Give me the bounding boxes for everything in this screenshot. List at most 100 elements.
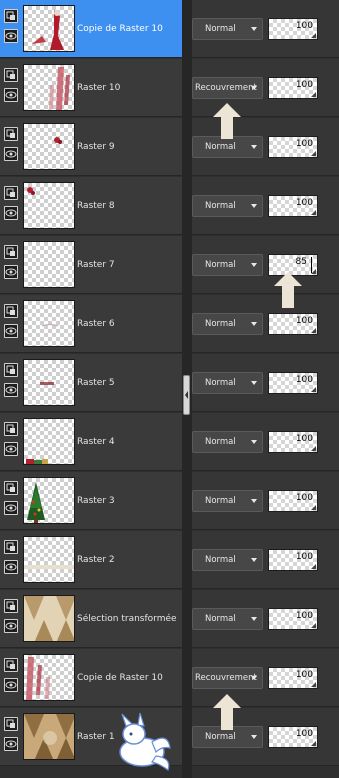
chevron-down-icon [251, 263, 257, 267]
eye-icon[interactable] [4, 29, 18, 43]
opacity-field[interactable]: 100 [268, 726, 318, 748]
layer-row[interactable]: Raster 5 Normal 100 [0, 354, 339, 413]
opacity-field[interactable]: 100 [268, 549, 318, 571]
resize-corner-icon [311, 741, 316, 746]
layer-raster-icon[interactable] [4, 481, 18, 495]
layer-raster-icon[interactable] [4, 68, 18, 82]
eye-icon[interactable] [4, 265, 18, 279]
opacity-value: 100 [295, 316, 313, 326]
layer-raster-icon[interactable] [4, 658, 18, 672]
layer-row[interactable]: Raster 9 Normal 100 [0, 118, 339, 177]
layer-name-cell[interactable]: Raster 7 [0, 236, 182, 294]
blend-mode-select[interactable]: Normal [192, 136, 263, 158]
layer-properties: Normal 100 [192, 295, 339, 353]
blend-mode-select[interactable]: Normal [192, 431, 263, 453]
layer-properties: Normal 100 [192, 0, 339, 58]
resize-corner-icon [311, 505, 316, 510]
layer-thumbnail [23, 418, 75, 465]
layer-properties: Normal 100 [192, 472, 339, 530]
layer-properties: Normal 100 [192, 531, 339, 589]
eye-icon[interactable] [4, 147, 18, 161]
layer-name[interactable]: Raster 7 [77, 236, 115, 294]
layer-name[interactable]: Raster 5 [77, 354, 115, 412]
blend-mode-select[interactable]: Normal [192, 490, 263, 512]
opacity-field[interactable]: 100 [268, 490, 318, 512]
eye-icon[interactable] [4, 619, 18, 633]
blend-mode-value: Normal [205, 732, 236, 742]
blend-mode-select[interactable]: Normal [192, 18, 263, 40]
layer-raster-icon[interactable] [4, 186, 18, 200]
layer-name-cell[interactable]: Copie de Raster 10 [0, 0, 182, 58]
layer-raster-icon[interactable] [4, 717, 18, 731]
layer-name[interactable]: Sélection transformée [77, 590, 177, 648]
layer-row[interactable]: Sélection transformée Normal 100 [0, 590, 339, 649]
resize-corner-icon [311, 269, 316, 274]
blend-mode-select[interactable]: Normal [192, 195, 263, 217]
layer-name[interactable]: Copie de Raster 10 [77, 649, 163, 707]
eye-icon[interactable] [4, 383, 18, 397]
opacity-field[interactable]: 100 [268, 313, 318, 335]
layer-row[interactable]: Raster 10 Recouvrement 100 [0, 59, 339, 118]
layer-name[interactable]: Raster 8 [77, 177, 115, 235]
chevron-down-icon [251, 86, 257, 90]
layer-name[interactable]: Raster 3 [77, 472, 115, 530]
layer-name-cell[interactable]: Raster 2 [0, 531, 182, 589]
eye-icon[interactable] [4, 737, 18, 751]
layer-name-cell[interactable]: Raster 8 [0, 177, 182, 235]
blend-mode-select[interactable]: Normal [192, 254, 263, 276]
layer-raster-icon[interactable] [4, 304, 18, 318]
opacity-field[interactable]: 100 [268, 431, 318, 453]
blend-mode-select[interactable]: Normal [192, 549, 263, 571]
opacity-field[interactable]: 100 [268, 608, 318, 630]
layer-name-cell[interactable]: Raster 5 [0, 354, 182, 412]
layer-name[interactable]: Raster 1 [77, 708, 115, 766]
blend-mode-value: Recouvrement [195, 83, 257, 93]
chevron-down-icon [251, 322, 257, 326]
opacity-field[interactable]: 100 [268, 195, 318, 217]
opacity-field[interactable]: 100 [268, 77, 318, 99]
layer-raster-icon[interactable] [4, 363, 18, 377]
layer-raster-icon[interactable] [4, 422, 18, 436]
layer-name-cell[interactable]: Raster 9 [0, 118, 182, 176]
layer-row[interactable]: Raster 4 Normal 100 [0, 413, 339, 472]
layer-name-cell[interactable]: Raster 3 [0, 472, 182, 530]
layer-raster-icon[interactable] [4, 540, 18, 554]
layer-name-cell[interactable]: Raster 6 [0, 295, 182, 353]
layer-row[interactable]: Copie de Raster 10 Normal 100 [0, 0, 339, 59]
layer-raster-icon[interactable] [4, 9, 18, 23]
opacity-field[interactable]: 100 [268, 18, 318, 40]
opacity-field[interactable]: 100 [268, 372, 318, 394]
blend-mode-select[interactable]: Normal [192, 608, 263, 630]
layer-name[interactable]: Raster 4 [77, 413, 115, 471]
layer-name[interactable]: Raster 2 [77, 531, 115, 589]
blend-mode-select[interactable]: Recouvrement [192, 667, 263, 689]
layer-name-cell[interactable]: Raster 10 [0, 59, 182, 117]
eye-icon[interactable] [4, 442, 18, 456]
layer-raster-icon[interactable] [4, 245, 18, 259]
eye-icon[interactable] [4, 501, 18, 515]
layer-row[interactable]: Raster 2 Normal 100 [0, 531, 339, 590]
opacity-field[interactable]: 100 [268, 136, 318, 158]
layer-row[interactable]: Copie de Raster 10 Recouvrement 100 [0, 649, 339, 708]
layer-raster-icon[interactable] [4, 127, 18, 141]
opacity-field[interactable]: 100 [268, 667, 318, 689]
layer-row[interactable]: Raster 3 Normal 100 [0, 472, 339, 531]
layer-name[interactable]: Raster 6 [77, 295, 115, 353]
eye-icon[interactable] [4, 88, 18, 102]
layer-row[interactable]: Raster 8 Normal 100 [0, 177, 339, 236]
layer-name[interactable]: Raster 10 [77, 59, 120, 117]
eye-icon[interactable] [4, 560, 18, 574]
eye-icon[interactable] [4, 206, 18, 220]
blend-mode-select[interactable]: Normal [192, 313, 263, 335]
layer-name-cell[interactable]: Sélection transformée [0, 590, 182, 648]
layer-name[interactable]: Copie de Raster 10 [77, 0, 163, 58]
eye-icon[interactable] [4, 324, 18, 338]
blend-mode-select[interactable]: Recouvrement [192, 77, 263, 99]
layer-name[interactable]: Raster 9 [77, 118, 115, 176]
resize-corner-icon [311, 92, 316, 97]
layer-raster-icon[interactable] [4, 599, 18, 613]
layer-name-cell[interactable]: Raster 4 [0, 413, 182, 471]
blend-mode-select[interactable]: Normal [192, 372, 263, 394]
eye-icon[interactable] [4, 678, 18, 692]
layer-name-cell[interactable]: Copie de Raster 10 [0, 649, 182, 707]
